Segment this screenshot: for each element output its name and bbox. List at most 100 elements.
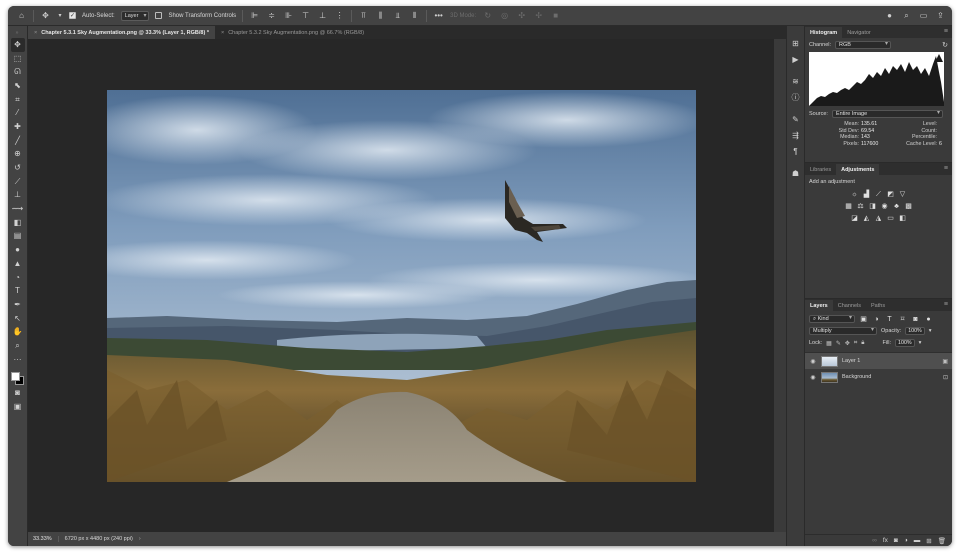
brightness-contrast-icon[interactable]: ☼ [850,190,859,199]
layer-row-layer-1[interactable]: ◉ Layer 1 ▣ [805,353,952,369]
chevron-down-icon[interactable]: ▾ [919,340,922,346]
foreground-color-swatch[interactable] [10,371,20,381]
brush-tool-icon[interactable]: ╱ [11,134,25,148]
filter-adjustment-icon[interactable]: ◑ [872,315,881,324]
vibrance-icon[interactable]: ▽ [898,190,907,199]
panel-menu-icon[interactable]: ≡ [944,165,948,172]
workspace-icon[interactable]: ▭ [918,10,929,21]
layer-row-background[interactable]: ◉ Background ⊡ [805,369,952,385]
glyphs-panel-icon[interactable]: ☗ [789,165,803,181]
camera-3d-icon[interactable]: ■ [550,10,561,21]
quick-mask-icon[interactable]: ◙ [11,387,25,401]
lock-pixels-icon[interactable]: ✎ [836,340,841,347]
canvas-area[interactable] [28,39,774,532]
levels-icon[interactable]: ▟ [862,190,871,199]
filter-smart-object-icon[interactable]: ◙ [911,315,920,324]
new-adjustment-layer-icon[interactable]: ◑ [904,537,908,544]
distribute-top-icon[interactable]: ⫪ [358,10,369,21]
share-user-icon[interactable]: ● [884,10,895,21]
chevron-right-icon[interactable]: › [139,536,141,542]
filter-shape-icon[interactable]: ⌑ [898,315,907,324]
blend-mode-dropdown[interactable]: Multiply [809,327,877,335]
tab-libraries[interactable]: Libraries [805,164,836,175]
tab-navigator[interactable]: Navigator [842,27,876,38]
channel-dropdown[interactable]: RGB [835,41,892,49]
stamp-tool-icon[interactable]: ⊥ [11,189,25,203]
actions-panel-icon[interactable]: ▶ [789,51,803,67]
blur-tool-icon[interactable]: ● [11,243,25,257]
invert-icon[interactable]: ◪ [850,214,859,223]
art-history-brush-icon[interactable]: ⟿ [11,202,25,216]
history-brush-tool-icon[interactable]: ↺ [11,161,25,175]
move-tool-icon[interactable]: ✥ [40,10,51,21]
move-tool-icon[interactable]: ✥ [10,38,25,52]
layer-filter-dropdown[interactable]: ⌕ Kind [809,315,855,323]
tab-paths[interactable]: Paths [866,300,890,311]
home-icon[interactable]: ⌂ [16,10,27,21]
marquee-tool-icon[interactable]: ⬚ [11,52,25,66]
eye-icon[interactable]: ◉ [809,358,817,365]
zoom-tool-icon[interactable]: ⌕ [11,339,25,353]
new-group-icon[interactable]: ▬ [914,537,921,544]
panel-grip-icon[interactable]: » [16,30,20,36]
distribute-horizontal-icon[interactable]: ⫴ [409,10,420,21]
pen-tool-icon[interactable]: ✒ [11,298,25,312]
chevron-down-icon[interactable]: ▾ [929,328,932,334]
info-panel-icon[interactable]: ⓘ [789,89,803,105]
distribute-bottom-icon[interactable]: ⫫ [392,10,403,21]
color-lookup-icon[interactable]: ▩ [904,202,913,211]
add-mask-icon[interactable]: ◙ [894,537,898,544]
delete-layer-icon[interactable]: 🗑︎ [938,537,946,545]
dodge-tool-icon[interactable]: ◔ [11,271,25,285]
character-panel-icon[interactable]: ¶ [789,143,803,159]
tab-document-1[interactable]: × Chapter 5.3.1 Sky Augmentation.png @ 3… [28,26,215,39]
more-options-icon[interactable]: ••• [433,10,444,21]
lock-icon[interactable]: ⊡ [943,374,948,381]
distribute-vertical-icon[interactable]: ⫼ [375,10,386,21]
gradient-tool-icon[interactable]: ▤ [11,230,25,244]
layer-style-icon[interactable]: fx [883,537,888,544]
exposure-icon[interactable]: ◩ [886,190,895,199]
tab-layers[interactable]: Layers [805,300,833,311]
color-balance-icon[interactable]: ⚖ [856,202,865,211]
eraser-tool-icon[interactable]: ◧ [11,216,25,230]
pan-3d-icon[interactable]: ✣ [516,10,527,21]
source-dropdown[interactable]: Entire Image [831,110,943,118]
gradient-map-icon[interactable]: ▭ [886,214,895,223]
link-layers-icon[interactable]: ∞ [872,537,877,544]
transform-controls-checkbox[interactable] [155,12,163,19]
paragraph-panel-icon[interactable]: ⇶ [789,127,803,143]
tab-histogram[interactable]: Histogram [805,27,843,38]
lock-transparency-icon[interactable]: ▦ [826,340,832,347]
properties-panel-icon[interactable]: ≋ [789,73,803,89]
close-icon[interactable]: × [34,30,37,36]
color-swatches[interactable] [10,369,26,387]
curves-icon[interactable]: ⟋ [874,190,883,199]
channel-mixer-icon[interactable]: ♣ [892,202,901,211]
tab-document-2[interactable]: × Chapter 5.3.2 Sky Augmentation.png @ 6… [215,26,370,39]
orbit-3d-icon[interactable]: ↻ [482,10,493,21]
more-tools-icon[interactable]: ··· [11,353,25,367]
fill-input[interactable]: 100% [895,339,915,347]
align-center-icon[interactable]: ≑ [266,10,277,21]
layer-name[interactable]: Layer 1 [842,358,938,364]
posterize-icon[interactable]: ◭ [862,214,871,223]
vertical-scrollbar[interactable] [774,39,786,532]
opacity-input[interactable]: 100% [905,327,925,335]
path-select-tool-icon[interactable]: ↖ [11,312,25,326]
filter-toggle-icon[interactable]: ● [924,315,933,324]
roll-3d-icon[interactable]: ◎ [499,10,510,21]
lock-all-icon[interactable]: 🔒︎ [861,340,864,347]
align-left-icon[interactable]: ⊫ [249,10,260,21]
history-panel-icon[interactable]: ⊞ [789,35,803,51]
document-canvas-image[interactable] [107,90,696,482]
slide-3d-icon[interactable]: ✢ [533,10,544,21]
search-icon[interactable]: ⌕ [901,10,912,21]
close-icon[interactable]: × [221,30,224,36]
panel-menu-icon[interactable]: ≡ [944,301,948,308]
brush-settings-icon[interactable]: ✎ [789,111,803,127]
lock-position-icon[interactable]: ✥ [845,340,850,347]
tab-adjustments[interactable]: Adjustments [836,164,880,175]
black-white-icon[interactable]: ◨ [868,202,877,211]
chevron-down-icon[interactable]: ▾ [57,10,63,21]
